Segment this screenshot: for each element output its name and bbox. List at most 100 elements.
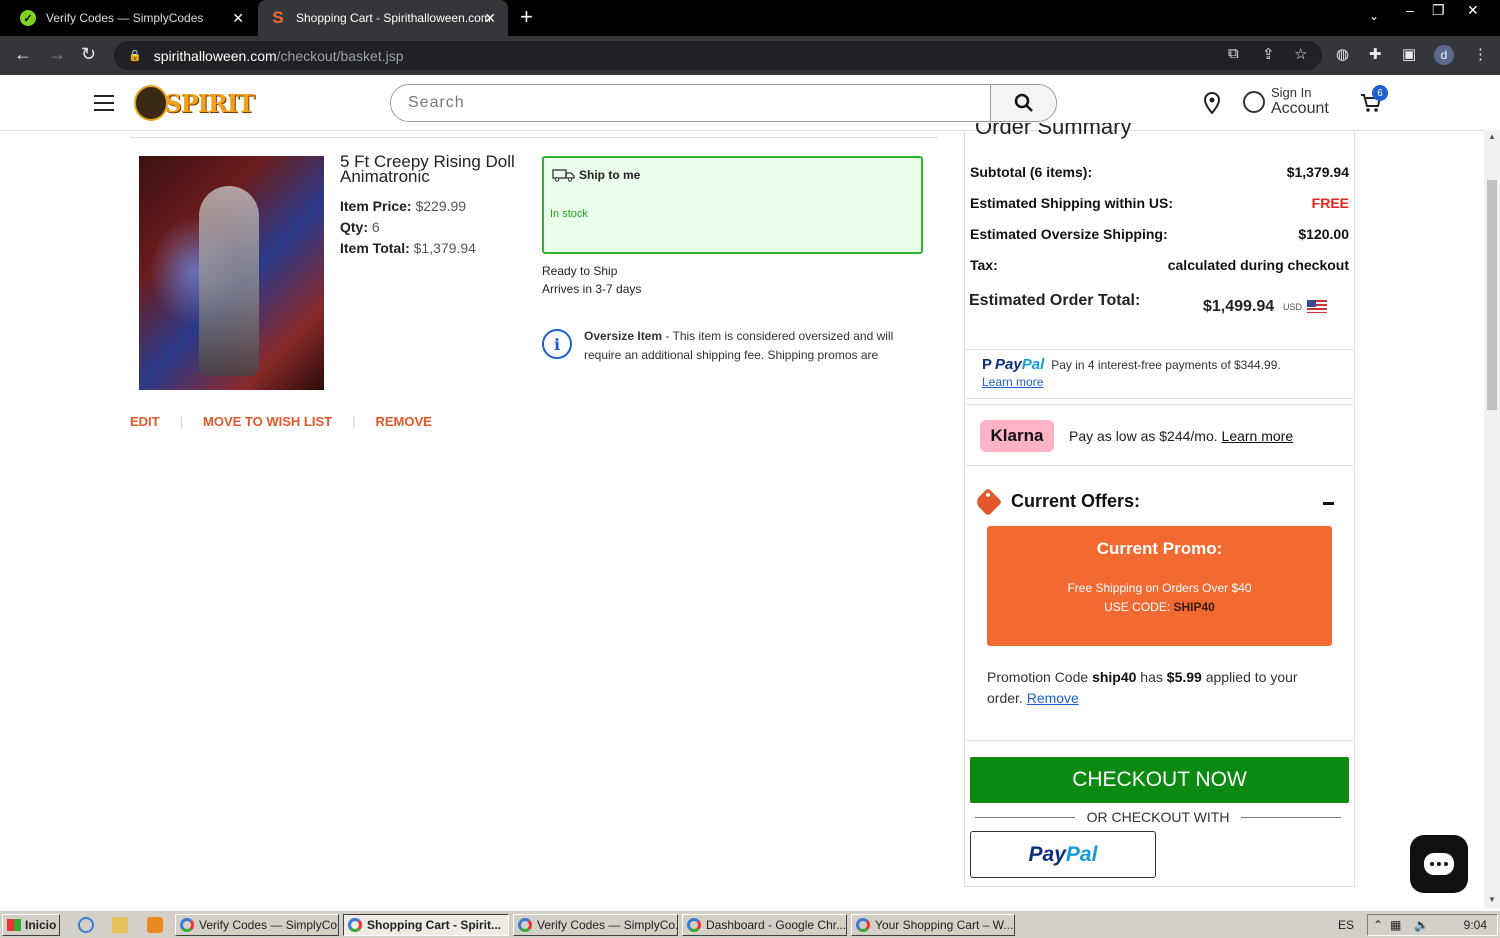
ship-to-me-option[interactable]: Ship to me In stock xyxy=(542,156,923,254)
network-icon[interactable]: ▦ xyxy=(1390,918,1401,932)
side-panel-icon[interactable]: ▣ xyxy=(1402,45,1416,63)
forward-icon[interactable]: → xyxy=(48,44,66,65)
search-icon xyxy=(1014,93,1033,112)
subtotal-row: Subtotal (6 items): $1,379.94 xyxy=(970,164,1349,180)
translate-icon[interactable]: ⧉ xyxy=(1228,45,1239,62)
close-window-icon[interactable]: ✕ xyxy=(1467,2,1479,19)
page-scrollbar[interactable]: ▲ ▼ xyxy=(1484,130,1500,908)
oversize-title: Oversize Item xyxy=(584,329,663,343)
remove-promo-link[interactable]: Remove xyxy=(1027,690,1079,706)
klarna-text: Pay as low as $244/mo. xyxy=(1069,428,1218,444)
url-field[interactable]: 🔒 spirithalloween.com/checkout/basket.js… xyxy=(114,41,1322,70)
cart-count-badge: 6 xyxy=(1372,85,1388,101)
klarna-learn-more-link[interactable]: Learn more xyxy=(1222,428,1294,444)
product-image[interactable] xyxy=(139,156,324,390)
divider xyxy=(966,740,1353,741)
tab-verify-codes[interactable]: ✓ Verify Codes — SimplyCodes ✕ xyxy=(8,0,256,36)
order-total-label: Estimated Order Total: xyxy=(969,292,1141,309)
back-icon[interactable]: ← xyxy=(14,44,32,65)
os-taskbar: Inicio Verify Codes — SimplyCo... Shoppi… xyxy=(0,910,1500,938)
product-name[interactable]: 5 Ft Creepy Rising Doll Animatronic xyxy=(340,153,530,185)
menu-dots-icon[interactable]: ⋮ xyxy=(1473,45,1488,63)
chrome-icon xyxy=(348,918,362,932)
chrome-icon xyxy=(856,918,870,932)
chrome-icon xyxy=(180,918,194,932)
truck-icon xyxy=(552,169,575,182)
ie-icon[interactable] xyxy=(78,917,94,933)
info-icon: i xyxy=(542,329,572,359)
close-tab-icon[interactable]: ✕ xyxy=(232,10,244,27)
promo-title: Current Promo: xyxy=(1096,539,1223,558)
new-tab-icon[interactable]: + xyxy=(520,4,533,30)
user-icon xyxy=(1243,91,1265,113)
cart-button[interactable]: 6 xyxy=(1360,85,1388,118)
extensions-puzzle-icon[interactable]: ✚ xyxy=(1369,45,1382,63)
klarna-panel: Klarna Pay as low as $244/mo. Learn more xyxy=(966,404,1353,466)
oversize-notice: i Oversize Item - This item is considere… xyxy=(542,327,922,365)
tab-shopping-cart[interactable]: S Shopping Cart - Spirithalloween.com ✕ xyxy=(258,0,508,36)
spirit-favicon-icon: S xyxy=(272,8,284,27)
scroll-down-icon[interactable]: ▼ xyxy=(1488,895,1496,904)
language-indicator[interactable]: ES xyxy=(1338,918,1354,932)
close-tab-icon[interactable]: ✕ xyxy=(484,10,496,27)
extension-globe-icon[interactable]: ◍ xyxy=(1336,45,1349,63)
search-button[interactable] xyxy=(990,85,1056,121)
chat-button[interactable] xyxy=(1410,835,1468,893)
tab-title: Verify Codes — SimplyCodes xyxy=(46,11,204,25)
scroll-thumb[interactable] xyxy=(1487,180,1497,410)
hamburger-menu-icon[interactable] xyxy=(94,95,114,116)
item-actions: EDIT | MOVE TO WISH LIST | REMOVE xyxy=(130,414,432,429)
taskbar-item[interactable]: Shopping Cart - Spirit... xyxy=(343,914,509,936)
promo-description: Free Shipping on Orders Over $40 xyxy=(1067,581,1252,595)
search-bar xyxy=(390,84,1057,122)
shipping-row: Estimated Shipping within US: FREE xyxy=(970,195,1349,211)
restore-icon[interactable]: ❐ xyxy=(1432,2,1445,19)
media-player-icon[interactable] xyxy=(147,917,163,933)
arrival-estimate: Arrives in 3-7 days xyxy=(542,282,642,296)
checkout-now-button[interactable]: CHECKOUT NOW xyxy=(970,757,1349,803)
search-input[interactable] xyxy=(391,85,990,121)
tray-expand-icon[interactable]: ⌃ xyxy=(1373,918,1383,932)
minimize-icon[interactable]: – xyxy=(1406,2,1414,18)
reload-icon[interactable]: ↻ xyxy=(81,44,96,65)
collapse-offers-icon[interactable] xyxy=(1323,502,1334,505)
chat-bubble-icon xyxy=(1424,853,1454,875)
spirit-logo[interactable]: SPIRIT xyxy=(134,85,255,121)
tab-search-chevron-icon[interactable]: ⌄ xyxy=(1369,9,1379,23)
taskbar-item[interactable]: Dashboard - Google Chr... xyxy=(682,914,847,936)
site-header: SPIRIT Sign In Account 6 xyxy=(0,75,1484,131)
scroll-up-icon[interactable]: ▲ xyxy=(1488,132,1496,141)
logo-skull-icon xyxy=(134,85,169,121)
account-link[interactable]: Sign In Account xyxy=(1243,86,1329,118)
paypal-learn-more-link[interactable]: Learn more xyxy=(982,375,1043,389)
tab-title: Shopping Cart - Spirithalloween.com xyxy=(296,11,491,25)
tax-row: Tax: calculated during checkout xyxy=(970,257,1349,273)
folder-icon[interactable] xyxy=(112,917,128,933)
url-host: spirithalloween.com xyxy=(153,47,277,64)
taskbar-item[interactable]: Your Shopping Cart – W... xyxy=(851,914,1015,936)
ship-option-label: Ship to me xyxy=(579,168,641,182)
klarna-logo: Klarna xyxy=(980,420,1054,452)
bookmark-star-icon[interactable]: ☆ xyxy=(1294,45,1307,63)
taskbar-item[interactable]: Verify Codes — SimplyCo... xyxy=(175,914,339,936)
system-tray: ⌃ ▦ 🔈 9:04 xyxy=(1367,914,1498,936)
item-price: Item Price: $229.99 xyxy=(340,198,467,214)
edit-link[interactable]: EDIT xyxy=(130,414,160,429)
start-button[interactable]: Inicio xyxy=(2,914,60,936)
applied-promo-text: Promotion Code ship40 has $5.99 applied … xyxy=(987,669,1298,706)
profile-avatar[interactable]: d xyxy=(1434,45,1454,65)
taskbar-item[interactable]: Verify Codes — SimplyCo... xyxy=(513,914,678,936)
paypal-p-icon: P xyxy=(982,356,993,373)
store-locator-icon[interactable] xyxy=(1202,91,1222,119)
divider xyxy=(130,137,938,138)
simplycodes-favicon-icon: ✓ xyxy=(20,10,36,26)
account-label: Account xyxy=(1271,100,1329,117)
move-to-wishlist-link[interactable]: MOVE TO WISH LIST xyxy=(203,414,332,429)
volume-icon[interactable]: 🔈 xyxy=(1414,918,1429,932)
remove-link[interactable]: REMOVE xyxy=(375,414,431,429)
item-total: Item Total: $1,379.94 xyxy=(340,240,476,256)
paypal-installments-panel: P PayPal Pay in 4 interest-free payments… xyxy=(966,349,1353,399)
share-icon[interactable]: ⇪ xyxy=(1262,45,1275,63)
browser-tab-bar: ✓ Verify Codes — SimplyCodes ✕ S Shoppin… xyxy=(0,0,1500,36)
paypal-checkout-button[interactable]: PayPal xyxy=(970,831,1156,878)
